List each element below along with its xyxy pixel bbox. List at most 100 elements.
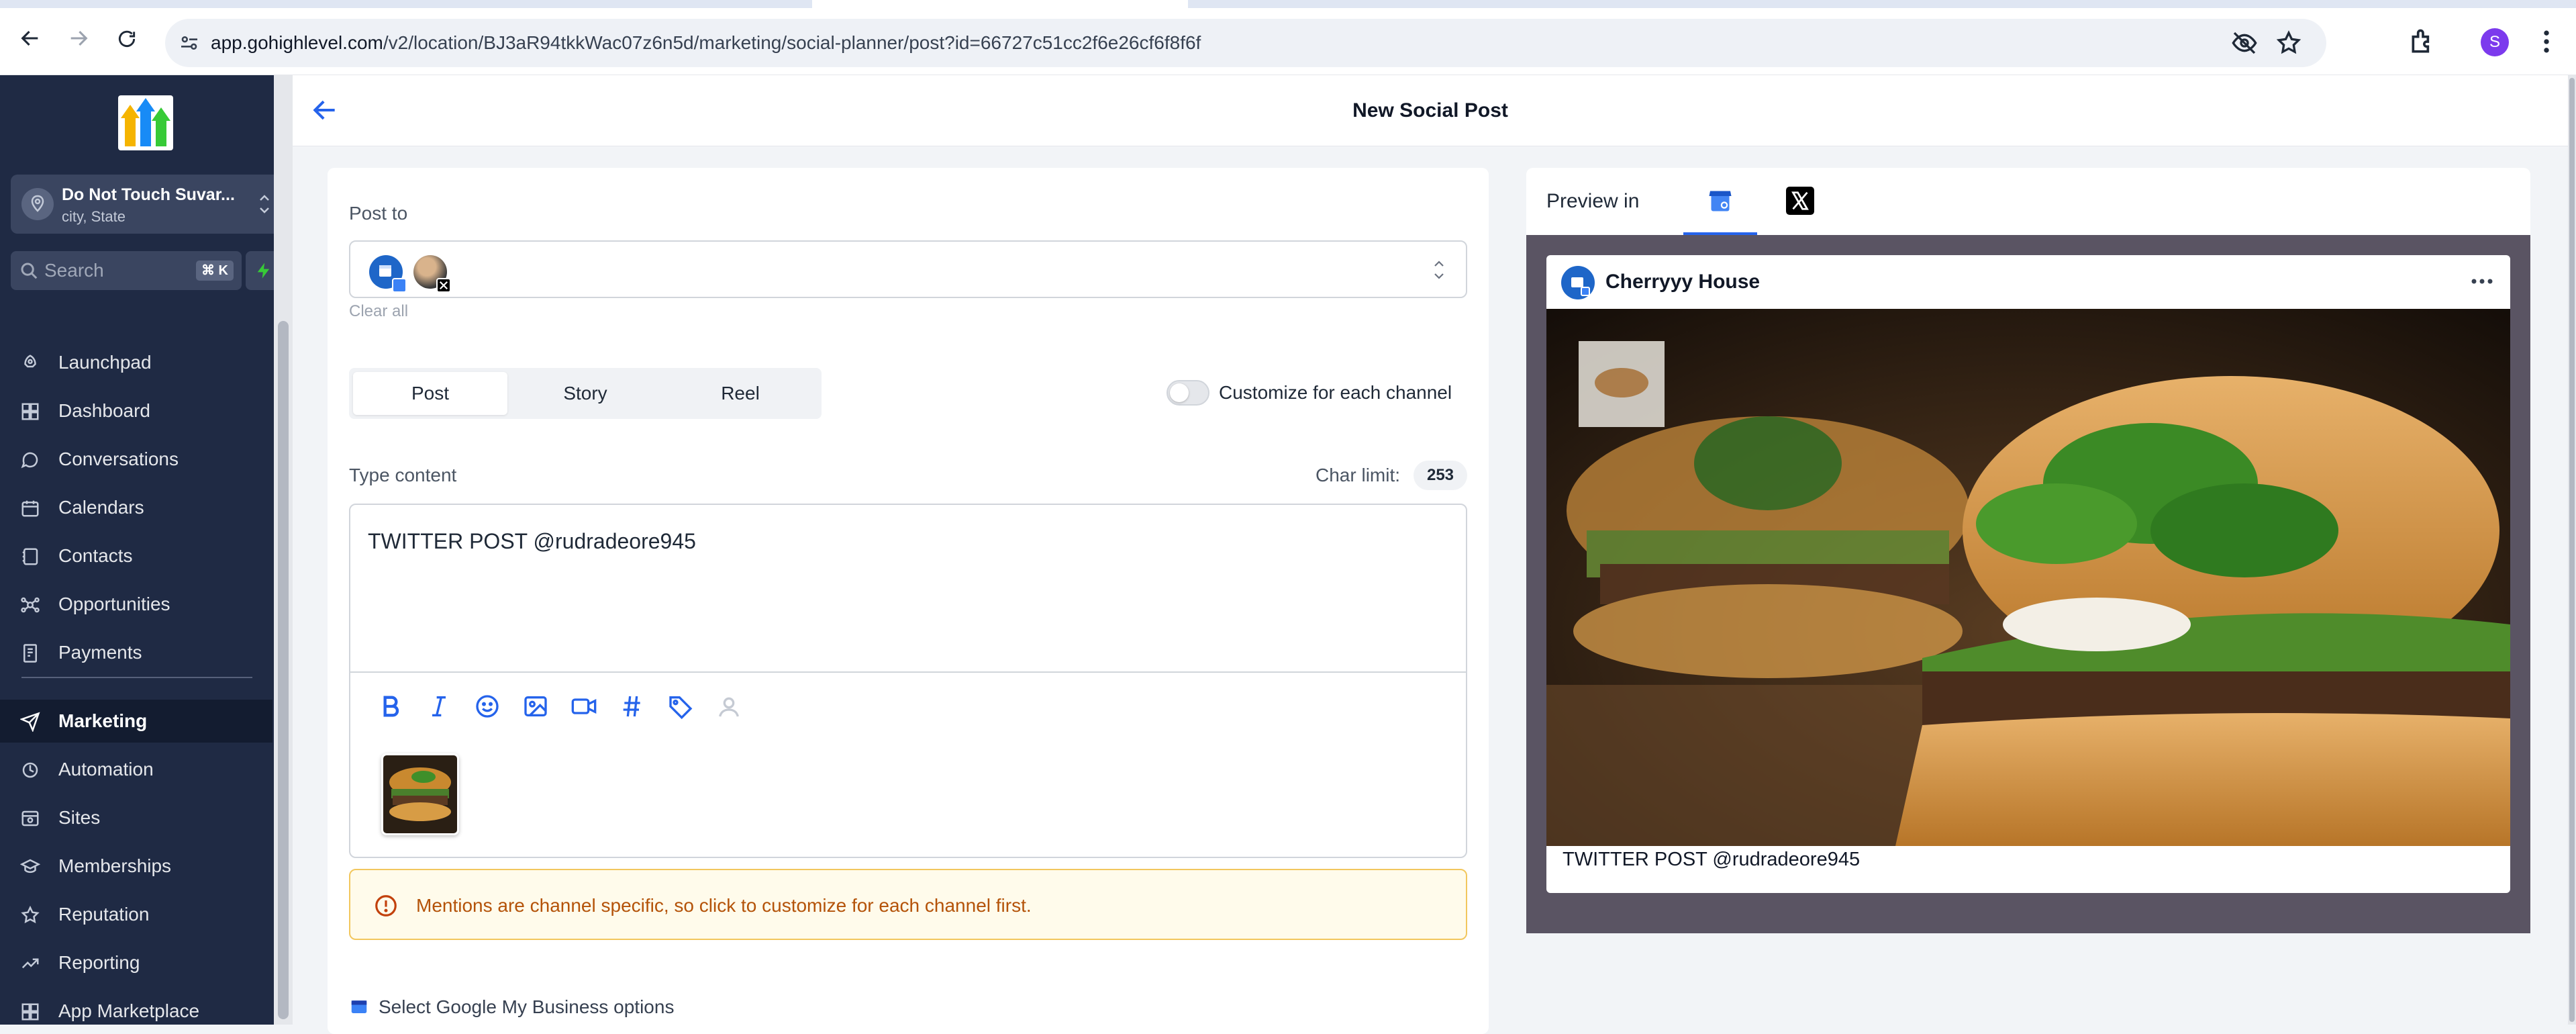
post-type-tabs: Post Story Reel [349, 368, 822, 419]
url-path: /v2/location/BJ3aR94tkkWac07z6n5d/market… [383, 32, 1201, 53]
customize-label: Customize for each channel [1219, 382, 1452, 403]
bookmark-star-icon[interactable] [2275, 30, 2302, 56]
arrow-left-icon [21, 30, 38, 46]
browser-menu-icon[interactable] [2532, 27, 2561, 56]
attached-image-thumbnail[interactable] [381, 753, 459, 835]
dashboard-icon [21, 403, 39, 420]
post-to-label: Post to [349, 203, 408, 224]
back-arrow-icon[interactable] [310, 95, 340, 125]
calendar-icon [21, 500, 39, 517]
google-business-icon [1709, 191, 1732, 211]
sidebar-item-launchpad[interactable]: Launchpad [0, 341, 273, 384]
location-pin-icon [21, 188, 54, 220]
site-settings-icon[interactable] [179, 32, 200, 54]
url-domain: app.gohighlevel.com [211, 32, 383, 53]
sidebar-item-app-marketplace[interactable]: App Marketplace [0, 990, 273, 1033]
post-to-select[interactable] [349, 240, 1467, 298]
google-business-badge-icon [392, 278, 407, 293]
alert-text[interactable]: Mentions are channel specific, so click … [416, 870, 1032, 941]
url-text: app.gohighlevel.com/v2/location/BJ3aR94t… [211, 19, 1201, 67]
emoji-icon[interactable] [474, 693, 501, 720]
char-limit-label: Char limit: [1316, 465, 1401, 485]
tag-icon[interactable] [667, 693, 694, 720]
x-badge-icon [436, 278, 451, 293]
sidebar-item-label: Dashboard [58, 400, 150, 421]
address-bar[interactable]: app.gohighlevel.com/v2/location/BJ3aR94t… [165, 19, 2326, 67]
contacts-icon [22, 548, 38, 565]
sidebar-item-conversations[interactable]: Conversations [0, 438, 273, 481]
memberships-icon [20, 859, 40, 874]
app-logo [118, 95, 173, 150]
opportunities-icon [21, 597, 40, 613]
italic-icon[interactable] [426, 693, 452, 720]
browser-forward-button[interactable] [62, 26, 95, 59]
sidebar-item-opportunities[interactable]: Opportunities [0, 583, 273, 626]
mentions-warning-alert: Mentions are channel specific, so click … [349, 869, 1467, 940]
sidebar-item-label: Conversations [58, 449, 179, 469]
sidebar-item-sites[interactable]: Sites [0, 796, 273, 839]
send-icon [20, 712, 40, 732]
editor-content[interactable]: TWITTER POST @rudradeore945 [368, 529, 696, 554]
active-browser-tab[interactable] [812, 0, 1188, 8]
sidebar-item-label: Calendars [58, 497, 144, 518]
sidebar-item-label: Automation [58, 759, 154, 780]
preview-account-name: Cherryyy House [1605, 271, 1761, 293]
sidebar-item-dashboard[interactable]: Dashboard [0, 389, 273, 432]
sidebar-item-payments[interactable]: Payments [0, 631, 273, 674]
page-scrollbar[interactable] [2568, 75, 2576, 1025]
sidebar-item-memberships[interactable]: Memberships [0, 845, 273, 888]
warning-circle-icon [375, 895, 397, 916]
customize-toggle[interactable] [1167, 380, 1209, 406]
tab-post[interactable]: Post [353, 372, 507, 415]
type-content-label: Type content [349, 465, 457, 485]
sidebar-scrollbar[interactable] [274, 75, 293, 1025]
sites-icon [21, 810, 39, 827]
tab-reel[interactable]: Reel [663, 372, 818, 415]
browser-profile-avatar[interactable]: S [2481, 28, 2509, 56]
reporting-icon [21, 958, 39, 969]
image-icon[interactable] [522, 693, 549, 720]
sidebar-item-automation[interactable]: Automation [0, 748, 273, 791]
sidebar-scrollbar-thumb[interactable] [278, 321, 289, 1019]
preview-post-card: Cherryyy House TWITTER POST @rudradeore9… [1546, 255, 2510, 893]
eye-off-icon[interactable] [2231, 30, 2258, 56]
bold-icon[interactable] [377, 693, 404, 720]
sidebar-item-label: Launchpad [58, 352, 152, 373]
sidebar-item-reputation[interactable]: Reputation [0, 893, 273, 936]
sidebar-item-marketing[interactable]: Marketing [0, 700, 273, 743]
browser-back-button[interactable] [13, 26, 47, 59]
clear-all-link[interactable]: Clear all [349, 302, 408, 321]
sidebar-item-reporting[interactable]: Reporting [0, 941, 273, 984]
location-switcher[interactable]: Do Not Touch Suvar... city, State [11, 175, 282, 234]
sidebar-item-calendars[interactable]: Calendars [0, 486, 273, 529]
sidebar-item-label: Payments [58, 642, 142, 663]
sidebar-item-label: Reporting [58, 952, 140, 973]
browser-reload-button[interactable] [110, 26, 144, 59]
browser-toolbar: app.gohighlevel.com/v2/location/BJ3aR94t… [0, 0, 2576, 75]
char-limit-badge: 253 [1414, 461, 1467, 490]
sidebar-item-label: Memberships [58, 855, 172, 876]
extensions-icon[interactable] [2408, 27, 2438, 56]
page-scrollbar-thumb[interactable] [2569, 78, 2575, 1022]
content-editor[interactable]: TWITTER POST @rudradeore945 [349, 504, 1467, 858]
sidebar-item-label: Reputation [58, 904, 150, 925]
lightning-icon [257, 263, 270, 279]
sidebar-divider [21, 677, 252, 678]
preview-tab-google-business[interactable] [1683, 168, 1757, 235]
preview-in-label: Preview in [1546, 190, 1640, 212]
preview-panel: Preview in Cherryyy House TWITTER POST @… [1526, 168, 2530, 933]
sidebar-search-input[interactable]: Search ⌘ K [11, 251, 242, 290]
tab-story[interactable]: Story [508, 372, 662, 415]
x-twitter-icon [1786, 187, 1814, 215]
video-icon[interactable] [571, 693, 597, 720]
sidebar-item-contacts[interactable]: Contacts [0, 534, 273, 577]
sidebar-item-label: Opportunities [58, 594, 170, 614]
mention-user-icon[interactable] [715, 693, 742, 720]
preview-tab-x[interactable] [1761, 168, 1835, 235]
more-options-icon[interactable] [2469, 271, 2495, 291]
preview-caption: TWITTER POST @rudradeore945 [1563, 849, 1861, 870]
editor-divider [350, 671, 1466, 673]
location-subtitle: city, State [62, 208, 126, 225]
chat-icon [21, 452, 38, 469]
hashtag-icon[interactable] [619, 693, 646, 720]
